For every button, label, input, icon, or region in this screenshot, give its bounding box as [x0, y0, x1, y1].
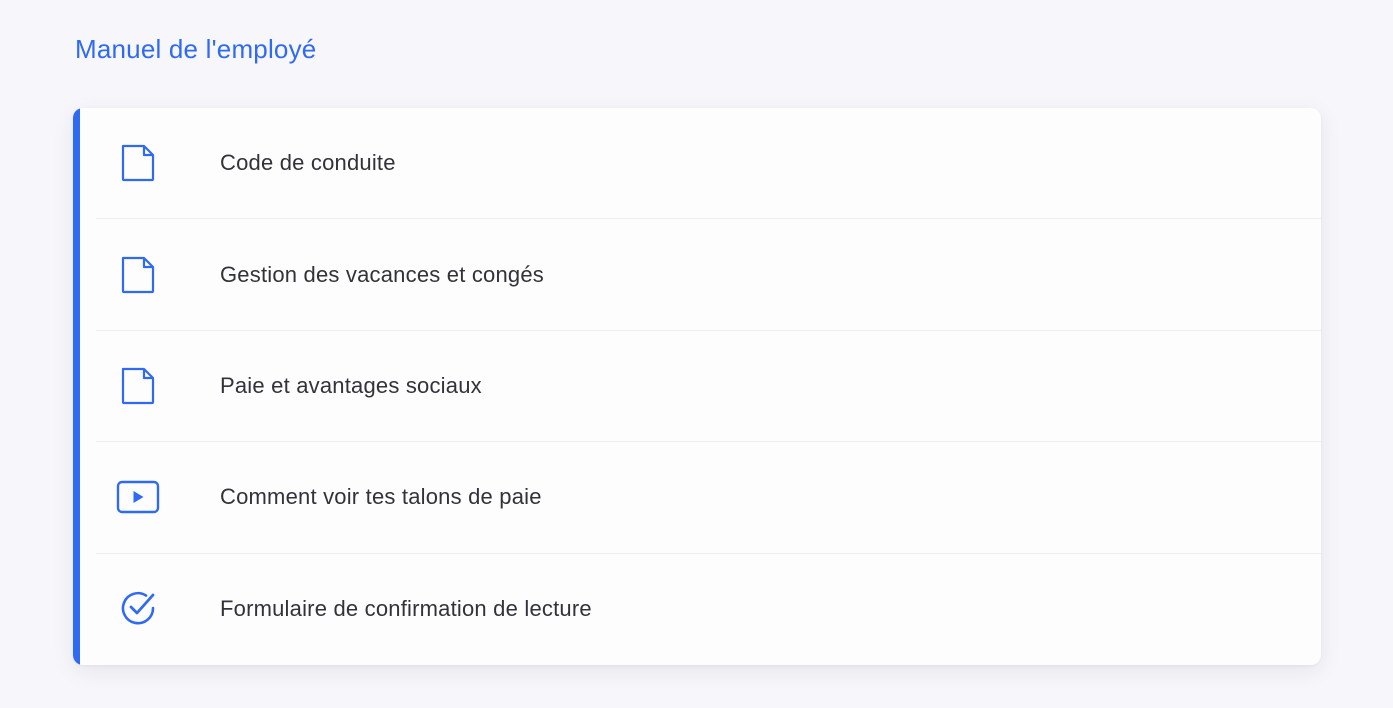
handbook-item-code-de-conduite[interactable]: Code de conduite	[96, 108, 1321, 220]
handbook-item-label: Code de conduite	[220, 150, 396, 176]
document-icon	[116, 366, 160, 406]
handbook-item-label: Formulaire de confirmation de lecture	[220, 596, 592, 622]
document-icon	[116, 143, 160, 183]
handbook-item-gestion-des-vacances[interactable]: Gestion des vacances et congés	[96, 219, 1321, 331]
handbook-item-talons-de-paie[interactable]: Comment voir tes talons de paie	[96, 442, 1321, 554]
card-accent-bar	[73, 108, 80, 665]
check-circle-icon	[116, 589, 160, 629]
handbook-item-label: Comment voir tes talons de paie	[220, 484, 542, 510]
handbook-item-confirmation-de-lecture[interactable]: Formulaire de confirmation de lecture	[96, 554, 1321, 665]
page-title: Manuel de l'employé	[75, 34, 317, 64]
handbook-item-paie-et-avantages[interactable]: Paie et avantages sociaux	[96, 331, 1321, 443]
handbook-item-list: Code de conduite Gestion des vacances et…	[96, 108, 1321, 665]
video-play-icon	[116, 477, 160, 517]
handbook-item-label: Gestion des vacances et congés	[220, 261, 544, 287]
handbook-item-label: Paie et avantages sociaux	[220, 372, 482, 398]
handbook-card: Code de conduite Gestion des vacances et…	[73, 108, 1321, 665]
document-icon	[116, 255, 160, 295]
